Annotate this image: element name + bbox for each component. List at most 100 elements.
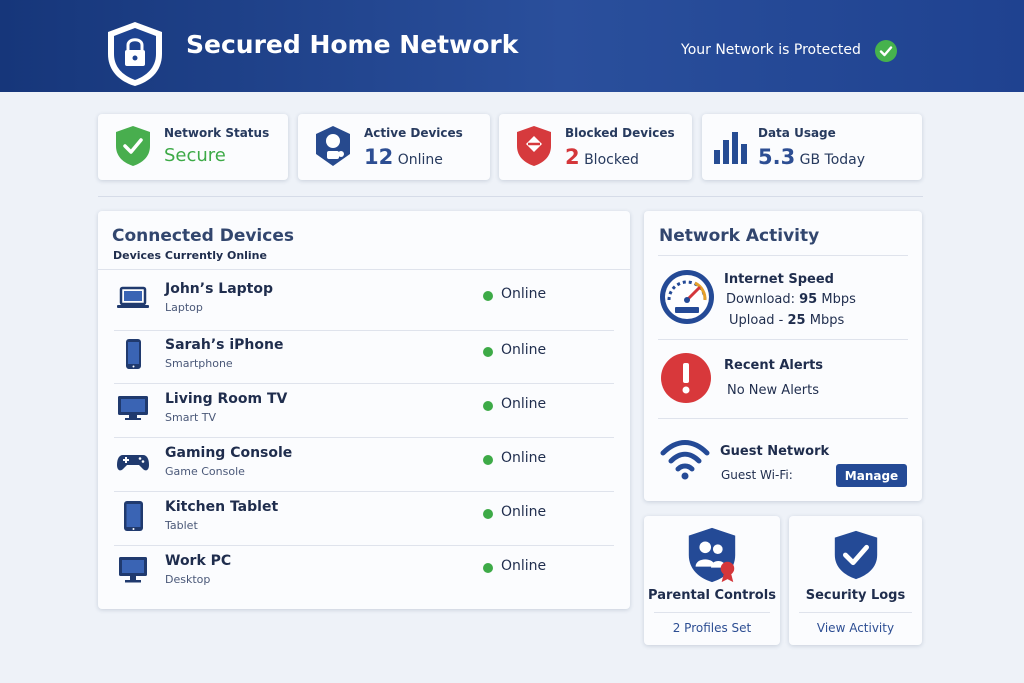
online-status-dot	[483, 347, 493, 357]
divider	[658, 339, 908, 340]
alert-icon	[661, 353, 711, 403]
upload-value: 25	[787, 313, 806, 328]
alerts-text: No New Alerts	[727, 383, 820, 398]
parental-controls-card[interactable]: Parental Controls 2 Profiles Set	[644, 516, 780, 645]
divider	[98, 269, 630, 270]
online-status-dot	[483, 509, 493, 519]
device-status: Online	[501, 286, 547, 302]
active-device-count: 12	[364, 145, 394, 169]
shield-check-icon	[834, 530, 878, 580]
stat-unit: GB Today	[799, 152, 866, 168]
network-activity-panel: Network Activity Internet Speed Download…	[644, 211, 922, 501]
connected-devices-panel: Connected Devices Devices Currently Onli…	[98, 211, 630, 609]
stat-network-status[interactable]: Network Status Secure	[98, 114, 288, 180]
device-row[interactable]: Gaming Console Game Console Online	[114, 437, 614, 491]
download-value: 95	[799, 292, 818, 307]
stat-label: Blocked Devices	[565, 126, 675, 140]
device-status: Online	[501, 450, 547, 466]
smartphone-icon	[126, 339, 141, 369]
guest-wifi-label: Guest Wi-Fi:	[721, 468, 793, 482]
device-status: Online	[501, 504, 547, 520]
device-type: Desktop	[165, 573, 211, 586]
device-type: Game Console	[165, 465, 245, 478]
device-status: Online	[501, 558, 547, 574]
divider	[654, 612, 770, 613]
bar-chart-icon	[714, 132, 747, 164]
upload-label: Upload -	[729, 313, 784, 328]
divider	[799, 612, 912, 613]
stat-unit: Blocked	[584, 152, 639, 168]
card-title: Parental Controls	[648, 588, 776, 603]
check-circle-icon	[875, 40, 897, 62]
profiles-link[interactable]: 2 Profiles Set	[644, 621, 780, 635]
device-row[interactable]: Sarah’s iPhone Smartphone Online	[114, 329, 614, 383]
speedometer-icon	[660, 270, 714, 324]
internet-speed-title: Internet Speed	[724, 272, 834, 287]
recent-alerts-title: Recent Alerts	[724, 358, 824, 373]
stat-blocked-devices[interactable]: Blocked Devices 2 Blocked	[499, 114, 692, 180]
stat-value: 5.3 GB Today	[758, 145, 865, 169]
speed-unit: Mbps	[821, 292, 856, 307]
stat-data-usage[interactable]: Data Usage 5.3 GB Today	[702, 114, 922, 180]
device-row[interactable]: Work PC Desktop Online	[114, 545, 614, 599]
stat-label: Data Usage	[758, 126, 836, 140]
wifi-icon	[660, 440, 710, 480]
device-row[interactable]: Kitchen Tablet Tablet Online	[114, 491, 614, 545]
divider	[658, 418, 908, 419]
guest-network-title: Guest Network	[720, 444, 830, 459]
device-name: Gaming Console	[165, 445, 293, 461]
blocked-device-count: 2	[565, 145, 580, 169]
desktop-icon	[119, 557, 147, 583]
stat-value: 12 Online	[364, 145, 443, 169]
family-shield-icon	[688, 527, 736, 583]
online-status-dot	[483, 401, 493, 411]
stat-value: 2 Blocked	[565, 145, 639, 169]
device-type: Smart TV	[165, 411, 217, 424]
device-row[interactable]: Living Room TV Smart TV Online	[114, 383, 614, 437]
stat-label: Network Status	[164, 126, 270, 140]
shield-check-icon	[116, 126, 150, 166]
shield-block-icon	[517, 126, 551, 166]
online-status-dot	[483, 455, 493, 465]
shield-lock-icon	[108, 22, 162, 86]
device-status: Online	[501, 342, 547, 358]
download-speed: Download: 95 Mbps	[726, 292, 856, 307]
speed-unit: Mbps	[809, 313, 845, 328]
device-name: Living Room TV	[165, 391, 288, 407]
tablet-icon	[124, 501, 143, 531]
stat-active-devices[interactable]: Active Devices 12 Online	[298, 114, 490, 180]
device-status: Online	[501, 396, 547, 412]
tv-icon	[118, 396, 148, 420]
upload-speed: Upload - 25 Mbps	[729, 313, 844, 328]
section-divider	[98, 196, 923, 197]
device-row[interactable]: John’s Laptop Laptop Online	[114, 273, 614, 327]
security-logs-card[interactable]: Security Logs View Activity	[789, 516, 922, 645]
stat-unit: Online	[397, 152, 443, 168]
gamepad-icon	[117, 455, 149, 471]
device-type: Tablet	[165, 519, 198, 532]
stat-value: Secure	[164, 145, 226, 166]
online-status-dot	[483, 563, 493, 573]
device-name: Work PC	[165, 553, 232, 569]
laptop-icon	[117, 286, 149, 308]
stat-label: Active Devices	[364, 126, 463, 140]
card-title: Security Logs	[805, 588, 906, 603]
online-status-dot	[483, 291, 493, 301]
divider	[658, 255, 908, 256]
device-type: Laptop	[165, 301, 203, 314]
panel-subtitle: Devices Currently Online	[113, 249, 267, 262]
device-type: Smartphone	[165, 357, 233, 370]
device-name: Kitchen Tablet	[165, 499, 279, 515]
data-usage-amount: 5.3	[758, 145, 796, 169]
manage-guest-network-button[interactable]: Manage	[836, 464, 907, 487]
panel-title: Connected Devices	[112, 226, 294, 246]
panel-title: Network Activity	[659, 226, 820, 246]
download-label: Download:	[726, 292, 795, 307]
device-name: Sarah’s iPhone	[165, 337, 284, 353]
view-activity-link[interactable]: View Activity	[789, 621, 922, 635]
app-header: Secured Home Network Your Network is Pro…	[0, 0, 1024, 92]
device-name: John’s Laptop	[165, 281, 274, 297]
protection-status-text: Your Network is Protected	[681, 42, 861, 58]
page-title: Secured Home Network	[186, 30, 519, 59]
devices-icon	[316, 126, 350, 166]
